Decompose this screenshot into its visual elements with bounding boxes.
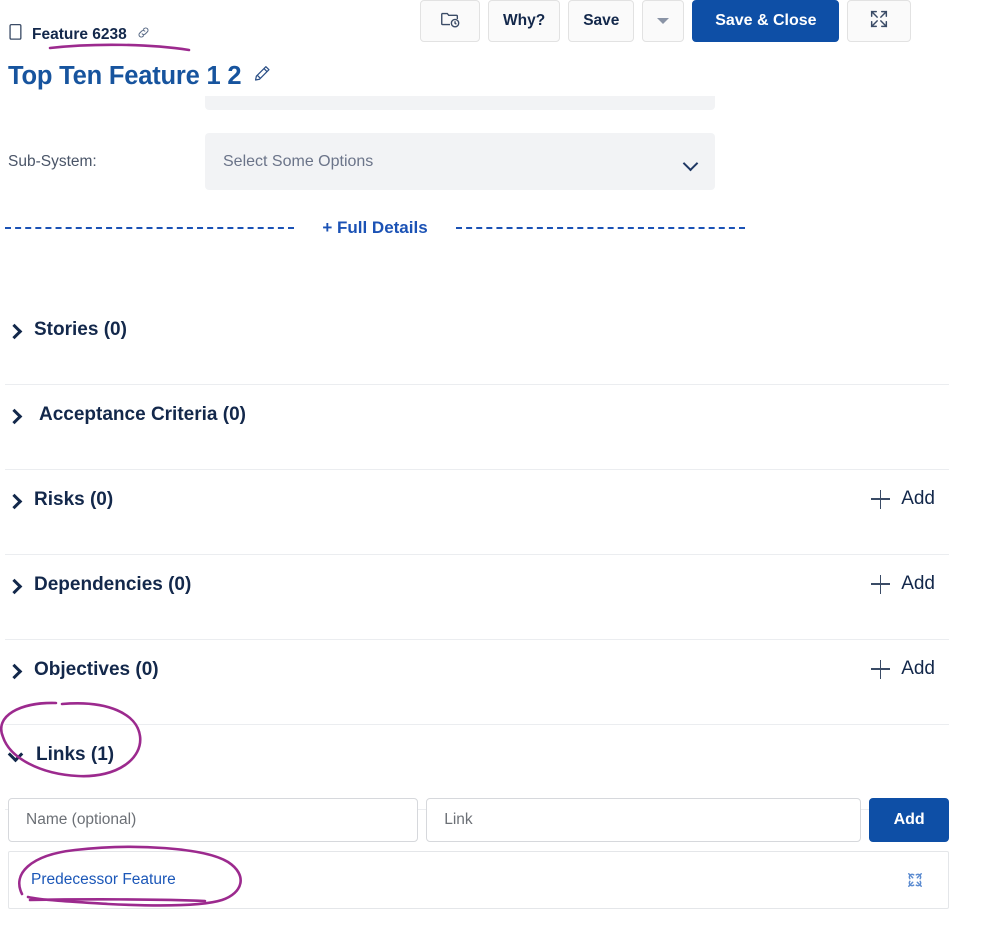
- chevron-right-icon: [8, 323, 21, 338]
- save-button[interactable]: Save: [568, 0, 635, 42]
- section-links-title: Links (1): [36, 744, 115, 765]
- subsystem-select[interactable]: Select Some Options: [205, 133, 715, 190]
- top-toolbar: Why? Save Save & Close: [420, 0, 912, 44]
- section-dependencies-title: Dependencies (0): [34, 574, 192, 595]
- add-dependency-label: Add: [901, 573, 935, 594]
- folder-clock-icon: [439, 8, 461, 35]
- section-acceptance-criteria: Acceptance Criteria (0): [5, 385, 949, 470]
- chevron-right-icon: [8, 578, 21, 593]
- section-objectives-title: Objectives (0): [34, 659, 159, 680]
- section-dependencies-header[interactable]: Dependencies (0): [8, 574, 191, 596]
- section-objectives: Objectives (0) Add: [5, 640, 949, 725]
- previous-field-cutoff: [205, 96, 715, 110]
- page-title: Top Ten Feature 1 2: [8, 62, 242, 90]
- link-editor-row: Add: [8, 798, 949, 842]
- section-dependencies: Dependencies (0) Add: [5, 555, 949, 640]
- add-risk-button[interactable]: Add: [871, 488, 935, 510]
- save-dropdown-button[interactable]: [642, 0, 685, 42]
- chevron-down-icon: [8, 748, 23, 763]
- section-acceptance-criteria-header[interactable]: Acceptance Criteria (0): [8, 404, 246, 426]
- section-risks: Risks (0) Add: [5, 470, 949, 555]
- link-name-input[interactable]: [8, 798, 419, 842]
- subsystem-label: Sub-System:: [8, 152, 97, 170]
- history-button[interactable]: [420, 0, 480, 42]
- pencil-icon[interactable]: [251, 64, 272, 90]
- section-acceptance-criteria-title: Acceptance Criteria (0): [39, 404, 246, 425]
- link-url-input[interactable]: [426, 798, 862, 842]
- section-stories-header[interactable]: Stories (0): [8, 319, 127, 341]
- add-link-button[interactable]: Add: [869, 798, 949, 842]
- chevron-down-icon: [684, 158, 697, 166]
- expand-button[interactable]: [847, 0, 912, 42]
- save-and-close-button[interactable]: Save & Close: [692, 0, 840, 42]
- chain-link-icon[interactable]: [136, 25, 151, 45]
- divider-left: [5, 227, 295, 229]
- section-risks-title: Risks (0): [34, 489, 114, 510]
- link-row-name[interactable]: Predecessor Feature: [31, 871, 904, 889]
- chevron-right-icon: [8, 663, 21, 678]
- section-objectives-header[interactable]: Objectives (0): [8, 659, 159, 681]
- caret-down-icon: [657, 18, 670, 24]
- unlink-icon[interactable]: [904, 869, 926, 891]
- subsystem-field-row: Sub-System: Select Some Options: [0, 133, 760, 190]
- add-risk-label: Add: [901, 488, 935, 509]
- add-dependency-button[interactable]: Add: [871, 573, 935, 595]
- plus-icon: [871, 659, 891, 679]
- breadcrumb-label: Feature 6238: [32, 25, 127, 43]
- document-icon: [8, 23, 23, 46]
- full-details-divider: + Full Details: [5, 218, 745, 238]
- page-title-row: Top Ten Feature 1 2: [8, 62, 272, 91]
- section-risks-header[interactable]: Risks (0): [8, 489, 113, 511]
- add-objective-button[interactable]: Add: [871, 658, 935, 680]
- section-links-header[interactable]: Links (1): [8, 744, 114, 766]
- table-row: Predecessor Feature: [8, 851, 949, 909]
- section-stories: Stories (0): [5, 300, 949, 385]
- why-button[interactable]: Why?: [488, 0, 561, 42]
- add-objective-label: Add: [901, 658, 935, 679]
- breadcrumb[interactable]: Feature 6238: [8, 23, 151, 46]
- plus-icon: [871, 574, 891, 594]
- plus-icon: [871, 489, 891, 509]
- chevron-right-icon: [8, 493, 21, 508]
- subsystem-placeholder: Select Some Options: [223, 152, 374, 170]
- divider-right: [455, 227, 745, 229]
- expand-icon: [868, 8, 890, 35]
- chevron-right-icon: [8, 408, 21, 423]
- section-stories-title: Stories (0): [34, 319, 127, 340]
- full-details-toggle[interactable]: + Full Details: [294, 218, 455, 238]
- collapsible-sections: Stories (0) Acceptance Criteria (0) Risk…: [5, 300, 949, 810]
